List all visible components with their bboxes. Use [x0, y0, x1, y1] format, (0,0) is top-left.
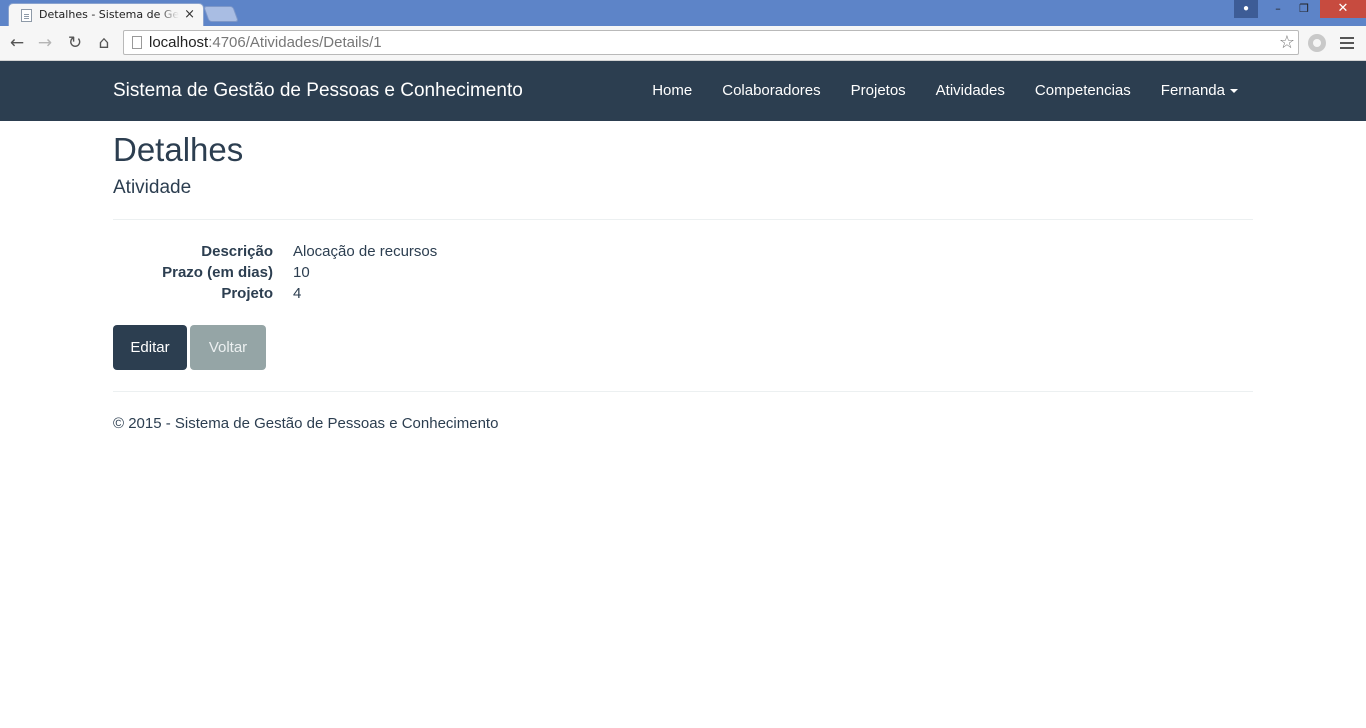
details-list: Descrição Alocação de recursos Prazo (em…: [113, 241, 713, 304]
page-favicon-icon: [21, 9, 32, 22]
window-maximize-button[interactable]: ❐: [1292, 0, 1316, 18]
user-profile-icon[interactable]: ●: [1234, 0, 1258, 18]
page-title: Detalhes: [113, 131, 244, 168]
nav-link-atividades[interactable]: Atividades: [921, 61, 1020, 121]
page-icon: [132, 36, 142, 49]
browser-toolbar: ← → ↻ ⌂ localhost:4706/Atividades/Detail…: [0, 26, 1366, 61]
nav-link-competencias[interactable]: Competencias: [1020, 61, 1146, 121]
navbar-links: Home Colaboradores Projetos Atividades C…: [637, 61, 1253, 121]
detail-value: 4: [293, 285, 302, 302]
divider: [113, 219, 1253, 220]
page-subtitle: Atividade: [113, 177, 192, 198]
bookmark-star-icon[interactable]: ☆: [1279, 32, 1295, 53]
back-button[interactable]: Voltar: [190, 325, 266, 370]
browser-menu-icon[interactable]: [1340, 34, 1354, 52]
tab-title: Detalhes - Sistema de Gestão de Pessoas …: [39, 8, 179, 21]
browser-tab[interactable]: Detalhes - Sistema de Gestão de Pessoas …: [8, 3, 204, 26]
detail-value: 10: [293, 264, 310, 281]
detail-value: Alocação de recursos: [293, 243, 438, 260]
nav-link-projetos[interactable]: Projetos: [836, 61, 921, 121]
detail-row-prazo: Prazo (em dias) 10: [113, 262, 713, 283]
detail-label: Prazo (em dias): [162, 264, 273, 281]
url-host: localhost: [149, 34, 209, 51]
url-path: :4706/Atividades/Details/1: [208, 34, 382, 51]
reload-icon[interactable]: ↻: [65, 32, 85, 54]
user-name: Fernanda: [1160, 82, 1225, 99]
window-close-button[interactable]: ✕: [1320, 0, 1366, 18]
site-navbar: Sistema de Gestão de Pessoas e Conhecime…: [0, 61, 1366, 121]
extension-icon[interactable]: [1308, 34, 1326, 52]
detail-label: Descrição: [201, 243, 273, 260]
caret-down-icon: [1230, 89, 1238, 94]
user-dropdown[interactable]: Fernanda: [1146, 61, 1253, 121]
browser-titlebar: Detalhes - Sistema de Gestão de Pessoas …: [0, 0, 1366, 26]
new-tab-button[interactable]: [203, 6, 239, 22]
nav-link-home[interactable]: Home: [637, 61, 707, 121]
address-bar[interactable]: localhost:4706/Atividades/Details/1 ☆: [123, 30, 1299, 55]
tab-close-icon[interactable]: ×: [184, 7, 195, 23]
home-icon[interactable]: ⌂: [94, 32, 114, 54]
detail-row-projeto: Projeto 4: [113, 283, 713, 304]
back-arrow-icon[interactable]: ←: [7, 32, 27, 54]
url-text[interactable]: localhost:4706/Atividades/Details/1: [149, 34, 382, 52]
detail-row-descricao: Descrição Alocação de recursos: [113, 241, 713, 262]
forward-arrow-icon[interactable]: →: [35, 32, 55, 54]
edit-button[interactable]: Editar: [113, 325, 187, 370]
window-minimize-button[interactable]: –: [1266, 0, 1290, 18]
footer-divider: [113, 391, 1253, 392]
nav-link-colaboradores[interactable]: Colaboradores: [707, 61, 835, 121]
footer-text: © 2015 - Sistema de Gestão de Pessoas e …: [113, 415, 499, 432]
detail-label: Projeto: [221, 285, 273, 302]
navbar-brand[interactable]: Sistema de Gestão de Pessoas e Conhecime…: [113, 80, 523, 102]
